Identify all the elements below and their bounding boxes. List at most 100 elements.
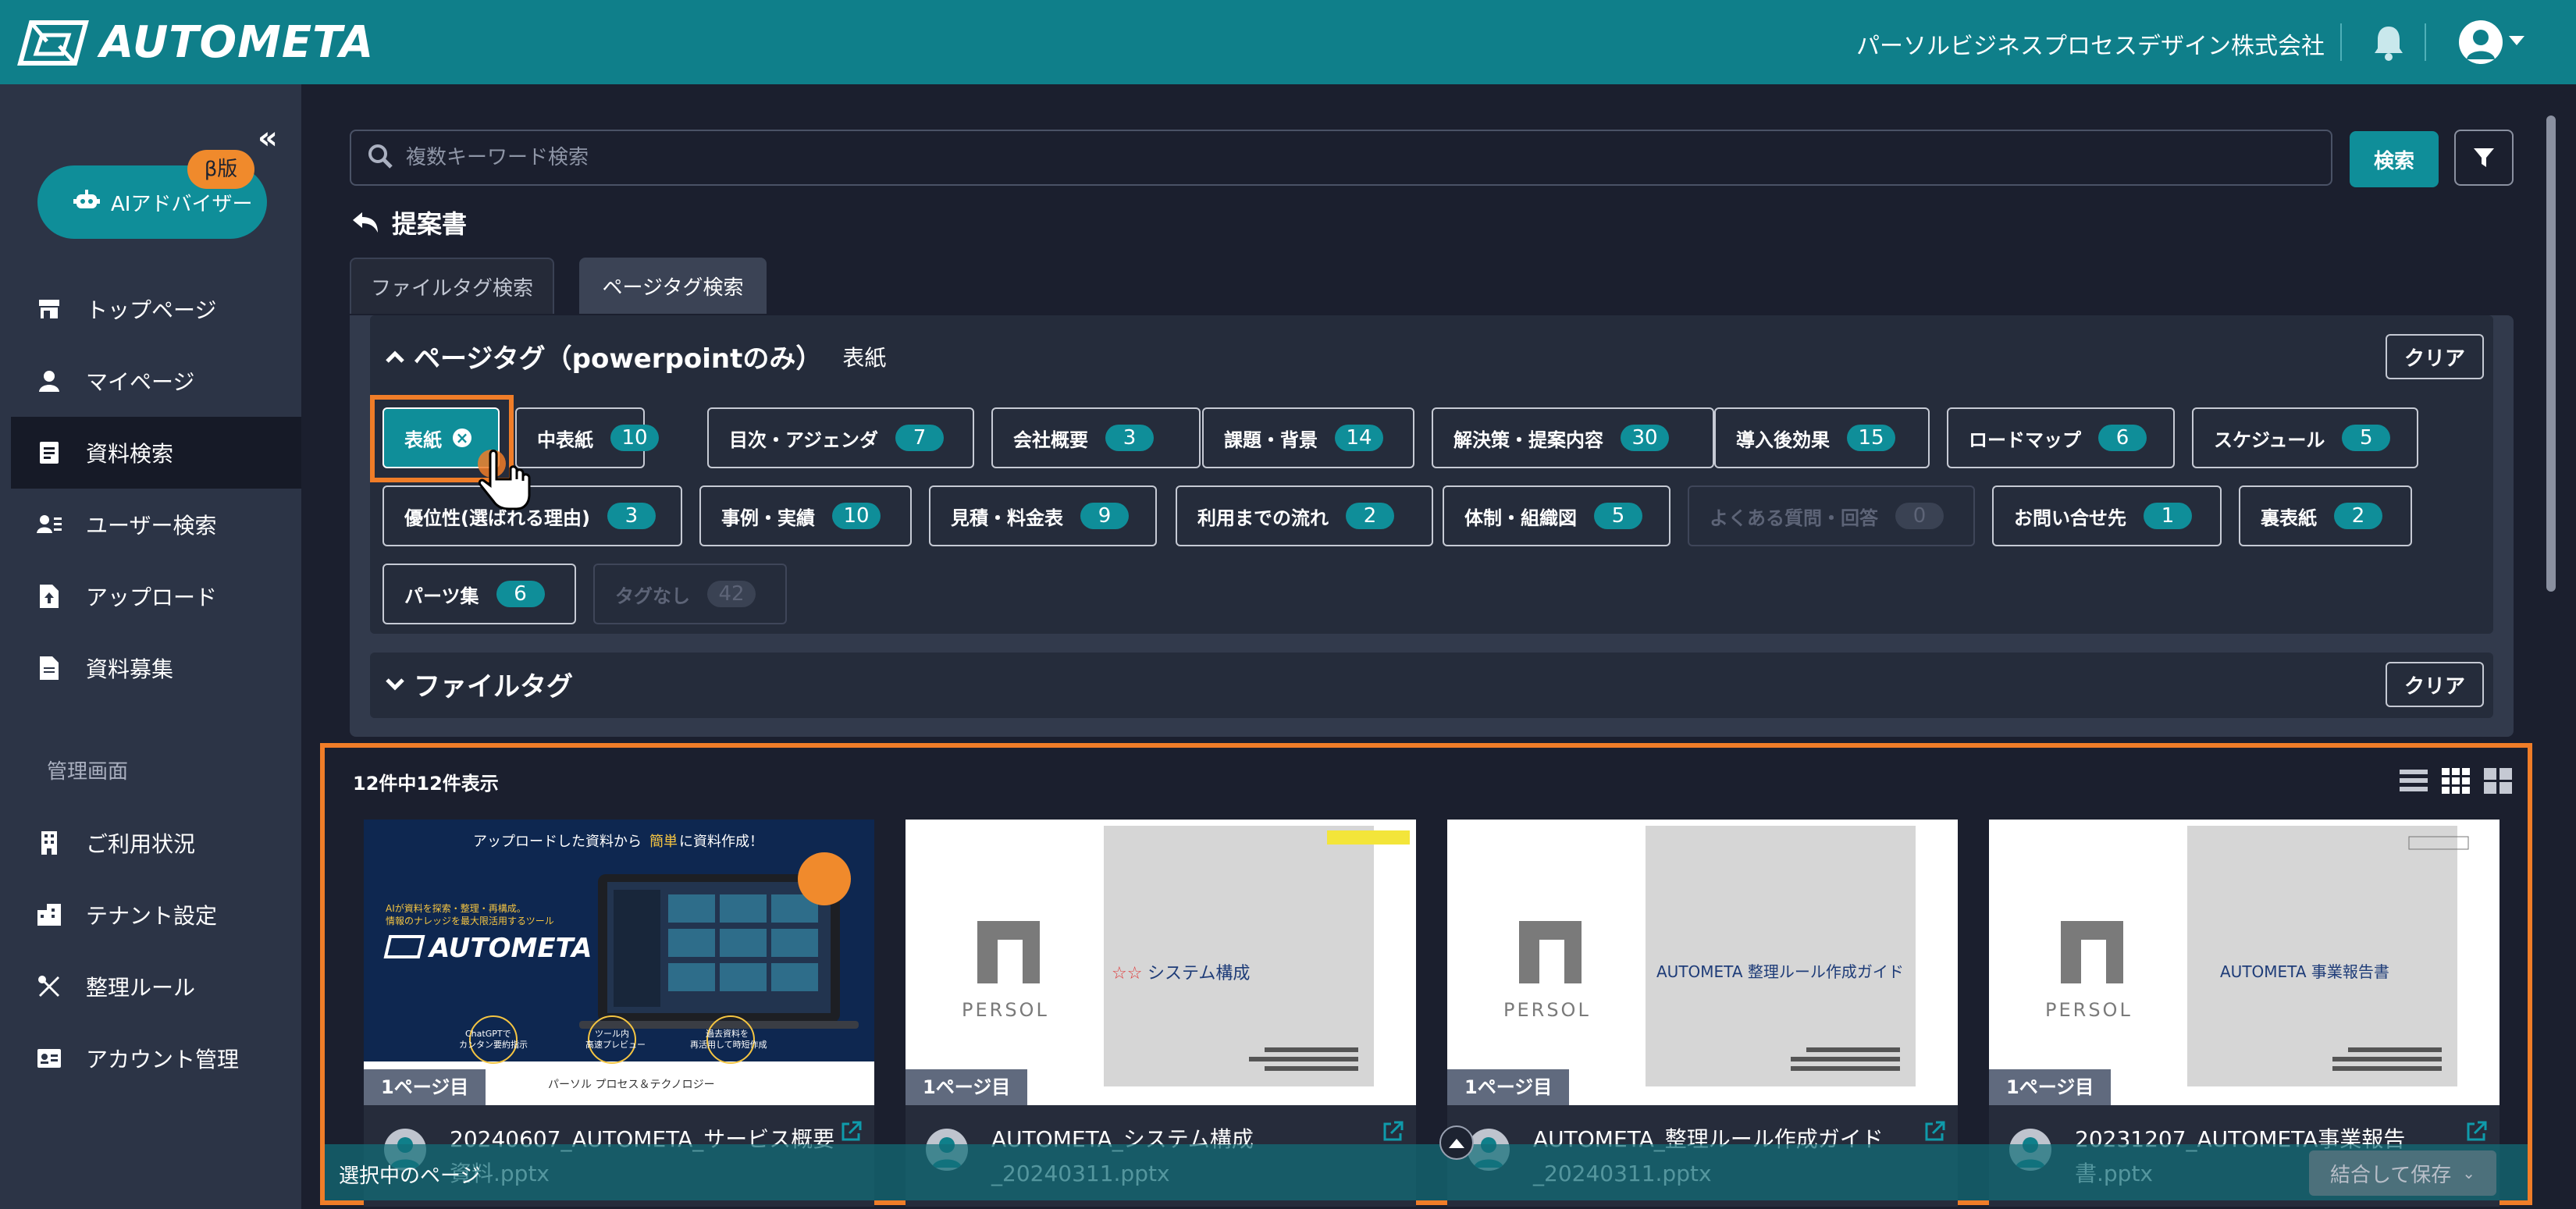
selected-pages-label: 選択中のページ — [339, 1165, 481, 1188]
nav-label: 資料検索 — [86, 441, 174, 467]
external-link-icon[interactable] — [1382, 1121, 1404, 1146]
tag-chip[interactable]: 体制・組織図 5 — [1443, 485, 1670, 546]
chevron-down-icon — [386, 677, 404, 691]
tag-count: 5 — [1594, 503, 1642, 529]
nav-item-account-management[interactable]: アカウント管理 — [11, 1022, 301, 1094]
file-tag-section: ファイルタグ クリア — [370, 653, 2493, 718]
user-search-icon — [36, 511, 62, 538]
tag-label: 解決策・提案内容 — [1453, 428, 1603, 451]
tag-chip[interactable]: 解決策・提案内容 30 — [1432, 407, 1714, 468]
tag-chip[interactable]: 目次・アジェンダ 7 — [707, 407, 974, 468]
document-thumbnail[interactable]: アップロードした資料から 簡単 に資料作成！ AIが資料を探索・整理・再構成。 … — [364, 820, 874, 1105]
thumb-brand: PERSOL — [962, 999, 1049, 1021]
account-dropdown-icon[interactable] — [2509, 36, 2524, 45]
nav-item-document-request[interactable]: 資料募集 — [11, 632, 301, 704]
collapse-sidebar-icon[interactable]: « — [258, 120, 278, 156]
back-link[interactable]: 提案書 — [351, 204, 467, 240]
tag-chip[interactable]: ロードマップ 6 — [1947, 407, 2175, 468]
scrollbar[interactable] — [2546, 116, 2556, 592]
tag-chip[interactable]: 課題・背景 14 — [1202, 407, 1414, 468]
tag-label: 会社概要 — [1013, 428, 1088, 451]
tag-chip[interactable]: スケジュール 5 — [2192, 407, 2418, 468]
tag-chip[interactable]: 見積・料金表 9 — [929, 485, 1157, 546]
page-title: 提案書 — [392, 209, 468, 239]
thumb-stars: ☆☆ — [1112, 964, 1142, 983]
tag-label: 見積・料金表 — [951, 507, 1063, 529]
sidebar: « AIアドバイザー β版 トップページ マイページ 資料検索 ユーザー検索 ア… — [0, 84, 301, 1209]
grid-small-view-icon[interactable] — [2440, 766, 2471, 795]
autometa-logo[interactable]: AUTOMETA — [16, 17, 374, 68]
tag-chip[interactable]: 導入後効果 15 — [1714, 407, 1930, 468]
external-link-icon[interactable] — [840, 1121, 862, 1146]
back-arrow-icon — [353, 212, 378, 233]
document-thumbnail[interactable]: PERSOL AUTOMETA 事業報告書 1ページ目 — [1989, 820, 2500, 1105]
page-number-badge: 1ページ目 — [1989, 1069, 2112, 1105]
tag-count: 6 — [496, 581, 545, 607]
thumb-title: システム構成 — [1147, 964, 1250, 983]
thumb-headline-tail: に資料作成！ — [679, 834, 763, 850]
search-input[interactable] — [406, 146, 2279, 169]
page-tag-clear-button[interactable]: クリア — [2386, 334, 2484, 379]
tag-label: パーツ集 — [404, 585, 479, 607]
external-link-icon[interactable] — [1923, 1121, 1945, 1146]
nav-label: ご利用状況 — [86, 831, 196, 857]
tenant-icon — [36, 901, 62, 928]
file-tag-header[interactable]: ファイルタグ — [386, 665, 573, 703]
list-view-icon[interactable] — [2398, 766, 2429, 795]
merge-save-label: 結合して保存 — [2330, 1163, 2452, 1187]
tag-chip[interactable]: 利用までの流れ 2 — [1176, 485, 1433, 546]
file-tag-clear-button[interactable]: クリア — [2386, 662, 2484, 707]
tag-label: 目次・アジェンダ — [729, 428, 879, 451]
page-number-badge: 1ページ目 — [1447, 1069, 1570, 1105]
document-thumbnail[interactable]: PERSOL ☆☆ システム構成 1ページ目 — [906, 820, 1416, 1105]
search-button[interactable]: 検索 — [2350, 131, 2439, 187]
nav-label: アップロード — [86, 585, 218, 610]
nav-label: ユーザー検索 — [86, 513, 217, 539]
results-panel: 12件中12件表示 アップロードした資料から 簡単 に資料作成！ AIが資料を探… — [320, 743, 2532, 1207]
grid-large-view-icon[interactable] — [2482, 766, 2514, 795]
tag-label: タグなし — [615, 585, 690, 607]
tag-count: 2 — [2334, 503, 2382, 529]
search-bar[interactable] — [350, 130, 2332, 186]
nav-item-user-search[interactable]: ユーザー検索 — [11, 489, 301, 560]
thumb-footer: パーソル プロセス＆テクノロジー — [548, 1079, 715, 1091]
external-link-icon[interactable] — [2465, 1121, 2487, 1146]
nav-item-usage[interactable]: ご利用状況 — [11, 807, 301, 879]
tab-page-tag-search[interactable]: ページタグ検索 — [579, 258, 767, 314]
filter-button[interactable] — [2454, 130, 2514, 186]
nav-item-top-page[interactable]: トップページ — [11, 273, 301, 345]
document-thumbnail[interactable]: PERSOL AUTOMETA 整理ルール作成ガイド 1ページ目 — [1447, 820, 1958, 1105]
tag-label: 中表紙 — [537, 428, 593, 451]
store-icon — [36, 296, 62, 322]
nav-item-upload[interactable]: アップロード — [11, 560, 301, 632]
thumb-headline-em: 簡単 — [649, 834, 678, 850]
notification-bell-icon[interactable] — [2371, 23, 2406, 64]
tab-file-tag-search[interactable]: ファイルタグ検索 — [350, 258, 554, 314]
tag-chip[interactable]: お問い合せ先 1 — [1992, 485, 2222, 546]
nav-item-tenant-settings[interactable]: テナント設定 — [11, 879, 301, 951]
tag-chip[interactable]: パーツ集 6 — [382, 564, 576, 624]
page-tag-heading: ページタグ（powerpointのみ） — [414, 343, 823, 375]
nav-item-my-page[interactable]: マイページ — [11, 345, 301, 417]
persol-slide-thumbnail: PERSOL ☆☆ システム構成 — [906, 820, 1416, 1105]
tag-count: 6 — [2098, 425, 2147, 451]
tag-chip[interactable]: 事例・実績 10 — [699, 485, 912, 546]
admin-section-heading: 管理画面 — [47, 760, 129, 784]
tag-chip[interactable]: 裏表紙 2 — [2239, 485, 2412, 546]
tag-chip[interactable]: 会社概要 3 — [991, 407, 1201, 468]
page-tag-header[interactable]: ページタグ（powerpointのみ） 表紙 — [386, 337, 886, 375]
autometa-slide-thumbnail: アップロードした資料から 簡単 に資料作成！ AIが資料を探索・整理・再構成。 … — [364, 820, 874, 1105]
user-avatar[interactable] — [2459, 20, 2503, 64]
logo-mark-icon — [17, 20, 89, 66]
search-icon — [367, 143, 393, 172]
thumb-sub2: 情報のナレッジを最大限活用するツール — [386, 916, 554, 926]
expand-bar-icon[interactable] — [1439, 1125, 1474, 1160]
document-search-icon — [36, 439, 62, 466]
tag-label: お問い合せ先 — [2014, 507, 2126, 529]
upload-file-icon — [36, 583, 62, 610]
nav-item-organize-rules[interactable]: 整理ルール — [11, 951, 301, 1022]
merge-save-button[interactable]: 結合して保存 ⌄ — [2309, 1150, 2496, 1196]
building-icon — [36, 830, 62, 856]
tag-count: 5 — [2342, 425, 2391, 451]
nav-item-document-search[interactable]: 資料検索 — [11, 417, 301, 489]
